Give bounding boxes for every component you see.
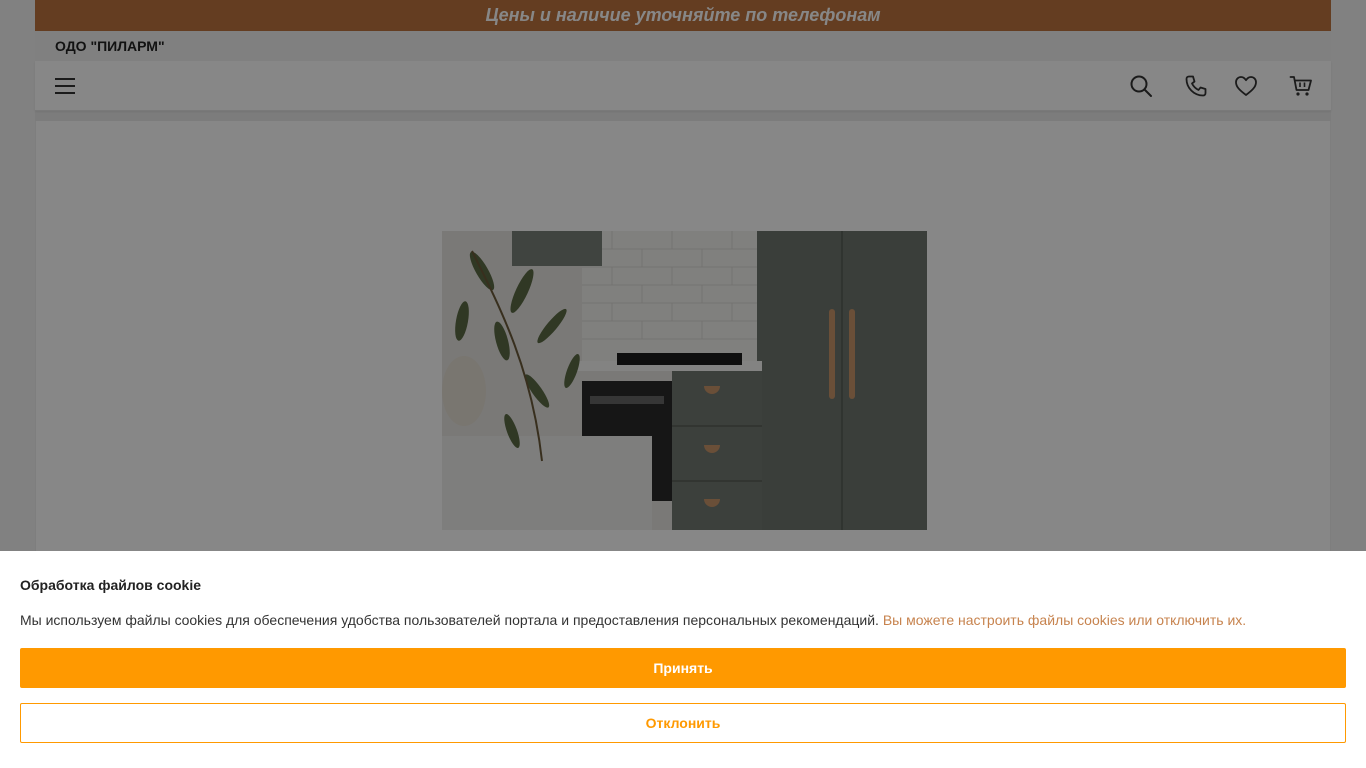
cookie-description: Мы используем файлы cookies для обеспече… (20, 612, 1246, 628)
cookie-title: Обработка файлов cookie (20, 577, 202, 593)
decline-cookies-button[interactable]: Отклонить (20, 703, 1346, 743)
cookie-settings-link[interactable]: Вы можете настроить файлы cookies или от… (883, 612, 1246, 628)
cookie-text: Мы используем файлы cookies для обеспече… (20, 612, 879, 628)
cookie-consent-panel: Обработка файлов cookie Мы используем фа… (0, 551, 1366, 768)
accept-cookies-button[interactable]: Принять (20, 648, 1346, 688)
cookie-overlay-backdrop (0, 0, 1366, 551)
